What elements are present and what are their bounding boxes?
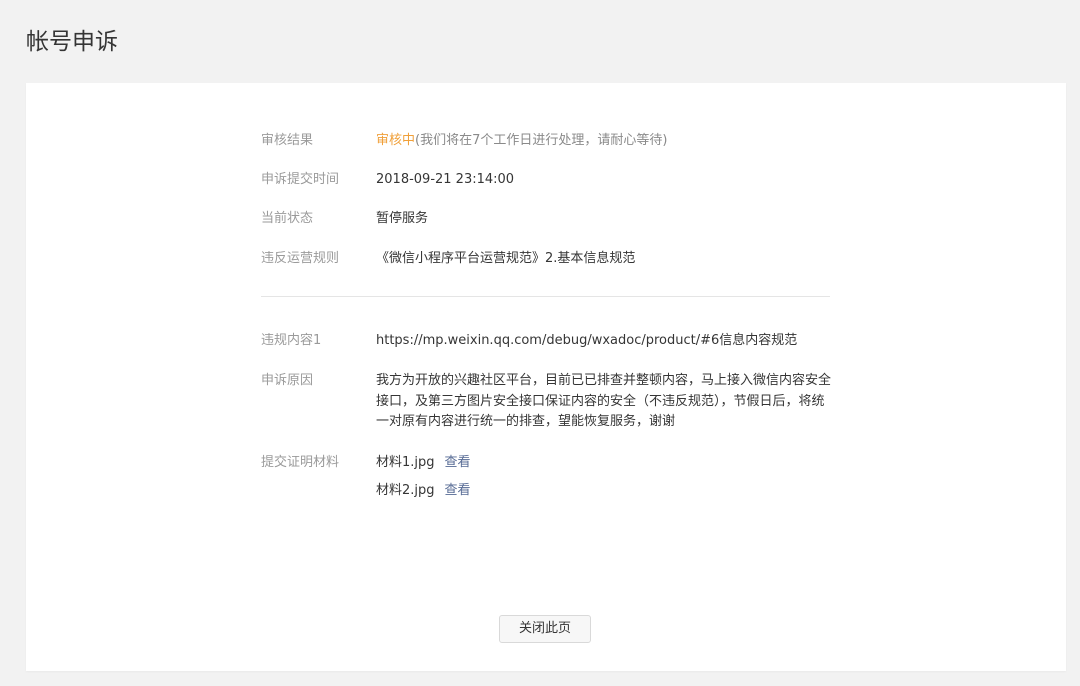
violation-content-label: 违规内容1	[261, 333, 322, 348]
review-result-value: 审核中(我们将在7个工作日进行处理，请耐心等待)	[376, 131, 667, 151]
evidence-file-list: 材料1.jpg 查看 材料2.jpg 查看	[376, 453, 471, 501]
page-title: 帐号申诉	[26, 29, 118, 55]
evidence-file-name: 材料1.jpg	[376, 455, 435, 470]
violation-content-value: https://mp.weixin.qq.com/debug/wxadoc/pr…	[376, 333, 798, 348]
evidence-file-item: 材料1.jpg 查看	[376, 453, 471, 481]
view-file-link[interactable]: 查看	[445, 455, 471, 470]
evidence-label: 提交证明材料	[261, 455, 340, 470]
close-page-button[interactable]: 关闭此页	[499, 615, 591, 643]
appeal-reason-text: 我方为开放的兴趣社区平台，目前已已排查并整顿内容，马上接入微信内容安全接口，及第…	[376, 373, 832, 429]
section-divider	[261, 296, 830, 297]
evidence-file-name: 材料2.jpg	[376, 483, 435, 498]
view-file-link[interactable]: 查看	[445, 483, 471, 498]
violated-rule-link[interactable]: 《微信小程序平台运营规范》2.基本信息规范	[376, 249, 635, 269]
submit-time-value: 2018-09-21 23:14:00	[376, 172, 515, 187]
appeal-detail-card: 审核结果 审核中(我们将在7个工作日进行处理，请耐心等待) 申诉提交时间 201…	[26, 83, 1066, 671]
violated-rule-label: 违反运营规则	[261, 251, 340, 266]
review-status-note: (我们将在7个工作日进行处理，请耐心等待)	[415, 133, 668, 148]
review-status-badge: 审核中	[376, 133, 416, 148]
evidence-file-item: 材料2.jpg 查看	[376, 481, 471, 501]
current-status-label: 当前状态	[261, 211, 314, 226]
submit-time-label: 申诉提交时间	[261, 172, 340, 187]
current-status-value: 暂停服务	[376, 211, 429, 226]
appeal-reason-label: 申诉原因	[261, 373, 314, 388]
review-result-label: 审核结果	[261, 133, 314, 148]
